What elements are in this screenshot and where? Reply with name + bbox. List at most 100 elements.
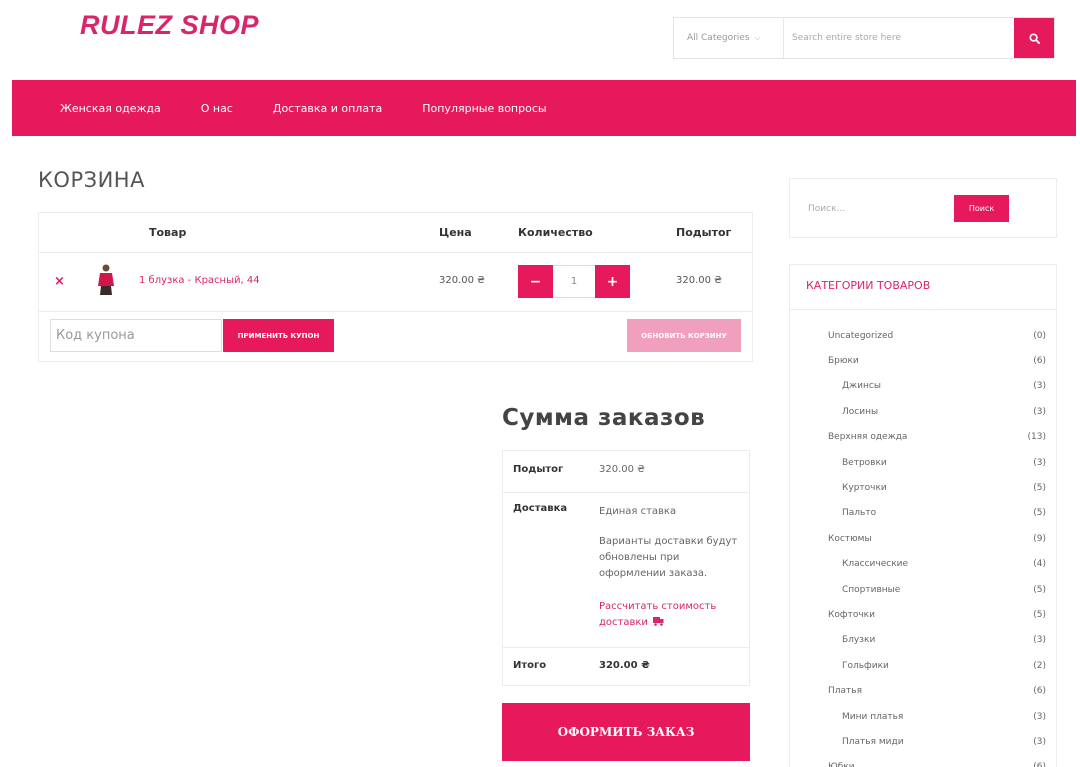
totals-subtotal-label: Подытог <box>513 464 564 475</box>
category-item[interactable]: Верхняя одежда (13) <box>828 425 1046 450</box>
category-select[interactable]: All Categories ⌵ <box>674 18 784 58</box>
category-item[interactable]: Ветровки (3) <box>828 450 1046 475</box>
header-search: All Categories ⌵ <box>673 17 1055 59</box>
cart-table: Товар Цена Количество Подытог × 1 блузка… <box>38 212 753 362</box>
category-item[interactable]: Мини платья (3) <box>828 704 1046 729</box>
cart-item-row: × 1 блузка - Красный, 44 320.00 ₴ − 1 + … <box>39 254 752 312</box>
category-item[interactable]: Платья (6) <box>828 678 1046 703</box>
totals-subtotal-row: Подытог 320.00 ₴ <box>503 451 749 493</box>
coupon-input[interactable] <box>50 319 222 352</box>
totals-total-value: 320.00 ₴ <box>599 660 650 671</box>
category-count: (3) <box>1033 381 1046 392</box>
category-select-label: All Categories <box>687 33 750 43</box>
category-item[interactable]: Юбки (6) <box>828 755 1046 767</box>
column-header-product: Товар <box>149 226 187 239</box>
category-item[interactable]: Джинсы (3) <box>828 374 1046 399</box>
category-item[interactable]: Спортивные (5) <box>828 577 1046 602</box>
main-nav: Женская одежда О нас Доставка и оплата П… <box>12 80 1076 136</box>
product-link[interactable]: 1 блузка - Красный, 44 <box>139 275 260 286</box>
category-name: Классические <box>842 559 909 570</box>
totals-shipping-label: Доставка <box>513 503 568 514</box>
quantity-increase-button[interactable]: + <box>595 265 630 298</box>
truck-icon <box>653 617 664 626</box>
category-name: Блузки <box>842 635 876 646</box>
category-count: (9) <box>1033 533 1046 544</box>
sidebar-search: Поиск <box>789 178 1057 238</box>
category-name: Брюки <box>828 356 859 367</box>
category-count: (3) <box>1033 406 1046 417</box>
nav-item-about[interactable]: О нас <box>201 102 233 115</box>
search-input[interactable] <box>784 18 1014 58</box>
nav-item-delivery[interactable]: Доставка и оплата <box>273 102 382 115</box>
category-count: (6) <box>1033 686 1046 697</box>
category-name: Мини платья <box>842 711 904 722</box>
shipping-calculator-link[interactable]: Рассчитать стоимость доставки <box>599 599 744 631</box>
column-header-subtotal: Подытог <box>676 226 732 239</box>
update-cart-button[interactable]: Обновить корзину <box>627 319 741 352</box>
category-name: Гольфики <box>842 660 889 671</box>
apply-coupon-button[interactable]: Применить купон <box>223 319 334 352</box>
product-thumbnail[interactable] <box>93 262 119 296</box>
category-item[interactable]: Гольфики (2) <box>828 653 1046 678</box>
chevron-down-icon: ⌵ <box>754 33 761 42</box>
checkout-button[interactable]: ОФОРМИТЬ ЗАКАЗ <box>502 703 750 761</box>
category-count: (0) <box>1033 330 1046 341</box>
category-name: Платья <box>828 686 862 697</box>
item-price: 320.00 ₴ <box>439 275 485 286</box>
category-item[interactable]: Кофточки (5) <box>828 602 1046 627</box>
category-count: (3) <box>1033 711 1046 722</box>
item-subtotal: 320.00 ₴ <box>676 275 722 286</box>
shipping-method: Единая ставка <box>599 506 677 517</box>
category-name: Uncategorized <box>828 330 894 341</box>
remove-icon[interactable]: × <box>54 274 65 289</box>
quantity-stepper: − 1 + <box>518 265 630 298</box>
column-header-price: Цена <box>439 226 472 239</box>
category-count: (5) <box>1033 584 1046 595</box>
category-count: (3) <box>1033 736 1046 747</box>
category-count: (5) <box>1033 508 1046 519</box>
divider <box>790 309 1056 310</box>
totals-total-row: Итого 320.00 ₴ <box>503 648 749 686</box>
quantity-input[interactable]: 1 <box>553 265 595 298</box>
categories-title: Категории товаров <box>806 279 931 292</box>
sidebar-search-input[interactable] <box>808 196 948 222</box>
totals-subtotal-value: 320.00 ₴ <box>599 464 645 475</box>
product-categories-widget: Категории товаров Uncategorized (0) Брюки (… <box>789 264 1057 767</box>
category-name: Ветровки <box>842 457 887 468</box>
category-item[interactable]: Блузки (3) <box>828 628 1046 653</box>
category-item[interactable]: Платья миди (3) <box>828 729 1046 754</box>
category-count: (13) <box>1027 432 1046 443</box>
category-name: Джинсы <box>842 381 881 392</box>
category-count: (6) <box>1033 356 1046 367</box>
category-item[interactable]: Брюки (6) <box>828 348 1046 373</box>
cart-header-row: Товар Цена Количество Подытог <box>39 213 752 253</box>
category-item[interactable]: Костюмы (9) <box>828 526 1046 551</box>
category-list: Uncategorized (0) Брюки (6) Джинсы (3) Лосины (… <box>828 323 1046 767</box>
category-item[interactable]: Пальто (5) <box>828 501 1046 526</box>
search-button[interactable] <box>1014 18 1054 58</box>
category-item[interactable]: Uncategorized (0) <box>828 323 1046 348</box>
category-name: Юбки <box>828 762 855 767</box>
category-count: (3) <box>1033 457 1046 468</box>
category-item[interactable]: Классические (4) <box>828 552 1046 577</box>
quantity-decrease-button[interactable]: − <box>518 265 553 298</box>
category-count: (3) <box>1033 635 1046 646</box>
category-item[interactable]: Лосины (3) <box>828 399 1046 424</box>
category-count: (5) <box>1033 483 1046 494</box>
sidebar-search-button[interactable]: Поиск <box>954 195 1009 222</box>
shipping-note: Варианты доставки будут обновлены при оф… <box>599 536 738 579</box>
category-name: Курточки <box>842 483 887 494</box>
category-name: Спортивные <box>842 584 901 595</box>
site-logo[interactable]: RULEZ SHOP <box>80 10 259 41</box>
category-name: Пальто <box>842 508 877 519</box>
cart-totals-table: Подытог 320.00 ₴ Доставка Единая ставка … <box>502 450 750 686</box>
column-header-quantity: Количество <box>518 226 593 239</box>
category-count: (6) <box>1033 762 1046 767</box>
search-icon <box>1028 32 1040 44</box>
category-item[interactable]: Курточки (5) <box>828 475 1046 500</box>
nav-item-faq[interactable]: Популярные вопросы <box>422 102 546 115</box>
category-count: (5) <box>1033 609 1046 620</box>
nav-item-womens-clothing[interactable]: Женская одежда <box>60 102 161 115</box>
category-name: Кофточки <box>828 609 875 620</box>
category-count: (4) <box>1033 559 1046 570</box>
